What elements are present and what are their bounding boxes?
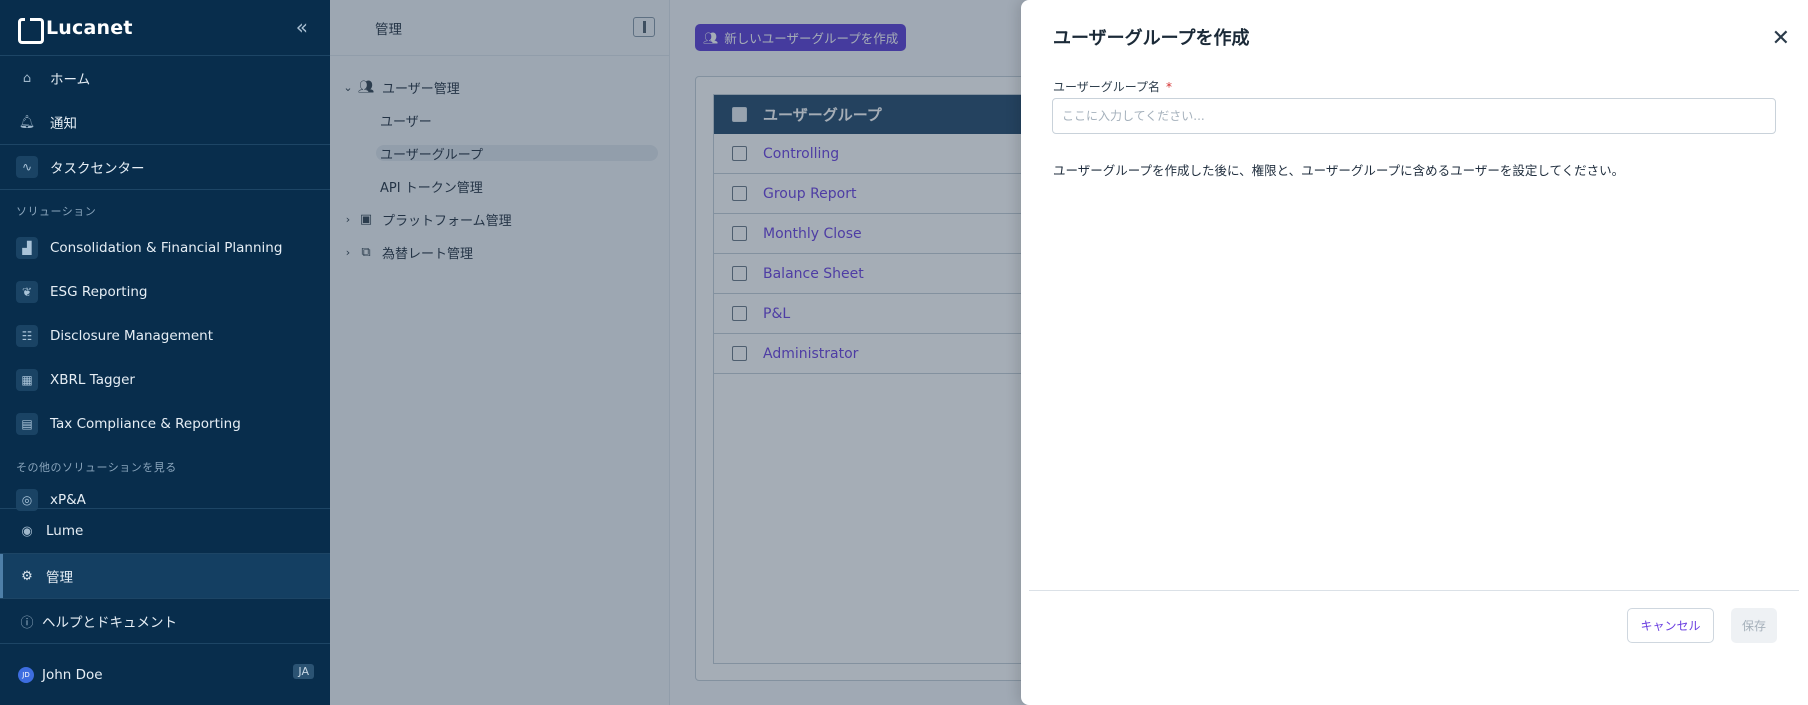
sidebar-item-label: タスクセンター <box>50 161 145 177</box>
field-label-text: ユーザーグループ名 <box>1053 80 1161 94</box>
tax-icon: ▤ <box>16 413 38 435</box>
more-solutions-heading: その他のソリューションを見る <box>16 461 177 474</box>
sidebar-item-disclosure[interactable]: ☷ Disclosure Management <box>0 314 330 358</box>
building-icon: ▦ <box>16 369 38 391</box>
sidebar-item-label: Lume <box>46 523 84 539</box>
sidebar-item-consolidation[interactable]: ▟ Consolidation & Financial Planning <box>0 226 330 270</box>
sidebar-item-label: ヘルプとドキュメント <box>42 615 177 631</box>
dialog-title: ユーザーグループを作成 <box>1053 28 1250 49</box>
home-icon: ⌂ <box>22 70 32 86</box>
save-button[interactable]: 保存 <box>1731 608 1777 643</box>
user-profile[interactable]: JD John Doe JA <box>0 644 330 705</box>
sidebar-item-label: ESG Reporting <box>50 284 148 300</box>
cancel-button[interactable]: キャンセル <box>1627 608 1714 643</box>
sidebar-item-label: 通知 <box>50 116 77 132</box>
report-icon: ☷ <box>16 325 38 347</box>
sidebar-item-help[interactable]: ⓘ ヘルプとドキュメント <box>0 599 330 643</box>
brand-name: Lucanet <box>46 16 133 39</box>
gear-icon: ⚙ <box>21 568 33 584</box>
help-icon: ⓘ <box>20 615 34 631</box>
circle-icon: ◉ <box>21 523 33 539</box>
bell-icon: 🔔︎ <box>18 114 36 130</box>
field-label: ユーザーグループ名 * <box>1053 78 1172 95</box>
double-chevron-left-icon[interactable]: « <box>296 17 308 37</box>
sidebar-item-xbrl[interactable]: ▦ XBRL Tagger <box>0 358 330 402</box>
leaf-icon: ❦ <box>16 281 38 303</box>
sidebar-item-notifications[interactable]: 🔔︎ 通知 <box>0 100 330 144</box>
create-user-group-dialog: ユーザーグループを作成 ✕ ユーザーグループ名 * ユーザーグループを作成した後に… <box>1021 0 1808 705</box>
sidebar-item-home[interactable]: ⌂ ホーム <box>0 56 330 100</box>
divider <box>1029 590 1799 591</box>
sidebar-item-label: xP&A <box>50 492 86 508</box>
sidebar-item-label: Tax Compliance & Reporting <box>50 416 241 432</box>
user-group-name-input[interactable] <box>1052 98 1776 134</box>
sidebar-item-lume[interactable]: ◉ Lume <box>0 509 330 553</box>
lucanet-logo-icon <box>18 16 44 44</box>
sidebar-bottom: ◉ Lume ⚙ 管理 ⓘ ヘルプとドキュメント JD John Doe JA <box>0 508 330 705</box>
sidebar-item-label: XBRL Tagger <box>50 372 135 388</box>
language-badge[interactable]: JA <box>293 664 314 679</box>
activity-icon: ∿ <box>16 156 38 178</box>
sidebar-item-label: ホーム <box>50 72 91 88</box>
sidebar-item-label: Consolidation & Financial Planning <box>50 240 283 256</box>
solutions-heading: ソリューション <box>16 205 97 218</box>
brand-header: Lucanet « <box>0 0 330 56</box>
close-icon[interactable]: ✕ <box>1772 28 1790 50</box>
sidebar-item-label: 管理 <box>46 570 73 586</box>
required-mark: * <box>1166 80 1173 94</box>
chart-icon: ▟ <box>16 237 38 259</box>
user-name: John Doe <box>42 666 103 683</box>
dialog-description: ユーザーグループを作成した後に、権限と、ユーザーグループに含めるユーザーを設定し… <box>1053 163 1625 178</box>
sidebar-item-esg[interactable]: ❦ ESG Reporting <box>0 270 330 314</box>
sidebar-item-tax[interactable]: ▤ Tax Compliance & Reporting <box>0 402 330 446</box>
sidebar-item-task-center[interactable]: ∿ タスクセンター <box>0 145 330 189</box>
sidebar: Lucanet « ⌂ ホーム 🔔︎ 通知 ∿ タスクセンター ソリューション … <box>0 0 330 705</box>
sidebar-item-label: Disclosure Management <box>50 328 213 344</box>
sidebar-item-admin[interactable]: ⚙ 管理 <box>0 554 330 598</box>
avatar: JD <box>18 666 34 683</box>
